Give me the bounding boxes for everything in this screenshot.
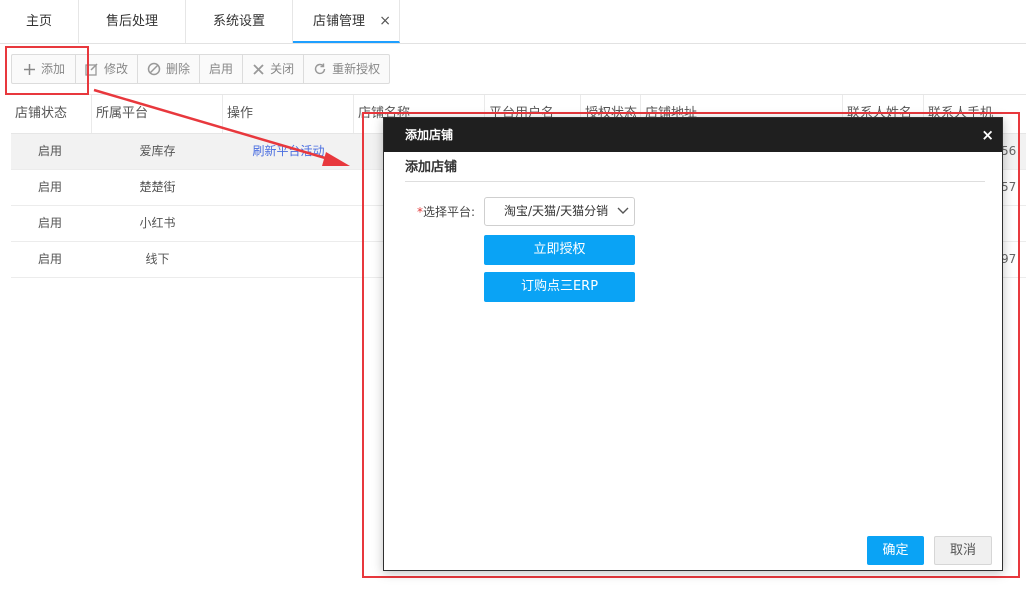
cell-status: 启用 xyxy=(37,144,62,158)
close-icon[interactable]: × xyxy=(379,0,391,43)
dialog-subtitle: 添加店铺 xyxy=(405,152,985,182)
add-shop-dialog: 添加店铺 × 添加店铺 *选择平台: 淘宝/天猫/天猫分销 立即授权 订购点三E… xyxy=(383,117,1003,571)
edit-label: 修改 xyxy=(104,62,129,76)
dialog-header: 添加店铺 × xyxy=(384,118,1002,152)
delete-label: 删除 xyxy=(166,62,191,76)
platform-label-text: 选择平台: xyxy=(423,205,476,219)
tab-shop-management[interactable]: 店铺管理 × xyxy=(293,0,400,43)
cell-status: 启用 xyxy=(37,252,62,266)
ban-icon xyxy=(147,62,161,76)
column-header[interactable]: 操作 xyxy=(223,95,354,133)
order-erp-button[interactable]: 订购点三ERP xyxy=(484,272,635,302)
add-button[interactable]: 添加 xyxy=(12,55,77,83)
reauthorize-label: 重新授权 xyxy=(332,62,381,76)
cell-platform: 楚楚街 xyxy=(139,180,176,194)
enable-button[interactable]: 启用 xyxy=(200,55,244,83)
cell-status: 启用 xyxy=(37,216,62,230)
add-label: 添加 xyxy=(41,62,66,76)
platform-selected-value: 淘宝/天猫/天猫分销 xyxy=(504,204,609,218)
column-header[interactable]: 店铺状态 xyxy=(11,95,92,133)
platform-label: *选择平台: xyxy=(417,203,475,220)
reauthorize-button[interactable]: 重新授权 xyxy=(304,55,389,83)
edit-button[interactable]: 修改 xyxy=(76,55,139,83)
refresh-activity-link[interactable]: 刷新平台活动 xyxy=(223,134,354,170)
close-shop-button[interactable]: 关闭 xyxy=(243,55,305,83)
cell-platform: 小红书 xyxy=(139,216,176,230)
toolbar: 添加 修改 删除 启用 关闭 重新授权 xyxy=(11,54,391,84)
delete-button[interactable]: 删除 xyxy=(138,55,201,83)
enable-label: 启用 xyxy=(209,62,234,76)
tab-system-settings[interactable]: 系统设置 xyxy=(186,0,293,43)
dialog-title: 添加店铺 xyxy=(405,128,454,142)
close-label: 关闭 xyxy=(270,62,295,76)
dialog-close-icon[interactable]: × xyxy=(981,118,994,152)
x-icon xyxy=(253,63,264,75)
plus-icon xyxy=(24,63,35,75)
cell-platform: 线下 xyxy=(145,252,170,266)
cell-phone: 97 xyxy=(1001,252,1017,266)
edit-icon xyxy=(85,63,98,76)
platform-select[interactable]: 淘宝/天猫/天猫分销 xyxy=(484,197,635,226)
column-header[interactable]: 所属平台 xyxy=(92,95,223,133)
tab-bar: 主页 售后处理 系统设置 店铺管理 × xyxy=(0,0,1026,44)
cancel-button[interactable]: 取消 xyxy=(934,536,992,565)
tab-after-sales[interactable]: 售后处理 xyxy=(79,0,186,43)
cell-phone: 57 xyxy=(1001,180,1017,194)
tab-label: 店铺管理 xyxy=(313,14,366,29)
tab-label: 系统设置 xyxy=(212,14,265,29)
chevron-down-icon xyxy=(617,207,629,214)
cell-platform: 爱库存 xyxy=(139,144,176,158)
tab-label: 售后处理 xyxy=(105,14,158,29)
confirm-button[interactable]: 确定 xyxy=(867,536,924,565)
tab-home[interactable]: 主页 xyxy=(0,0,79,43)
cell-status: 启用 xyxy=(37,180,62,194)
cell-phone: 56 xyxy=(1001,144,1017,158)
refresh-icon xyxy=(314,63,326,75)
authorize-now-button[interactable]: 立即授权 xyxy=(484,235,635,265)
tab-label: 主页 xyxy=(25,14,52,29)
